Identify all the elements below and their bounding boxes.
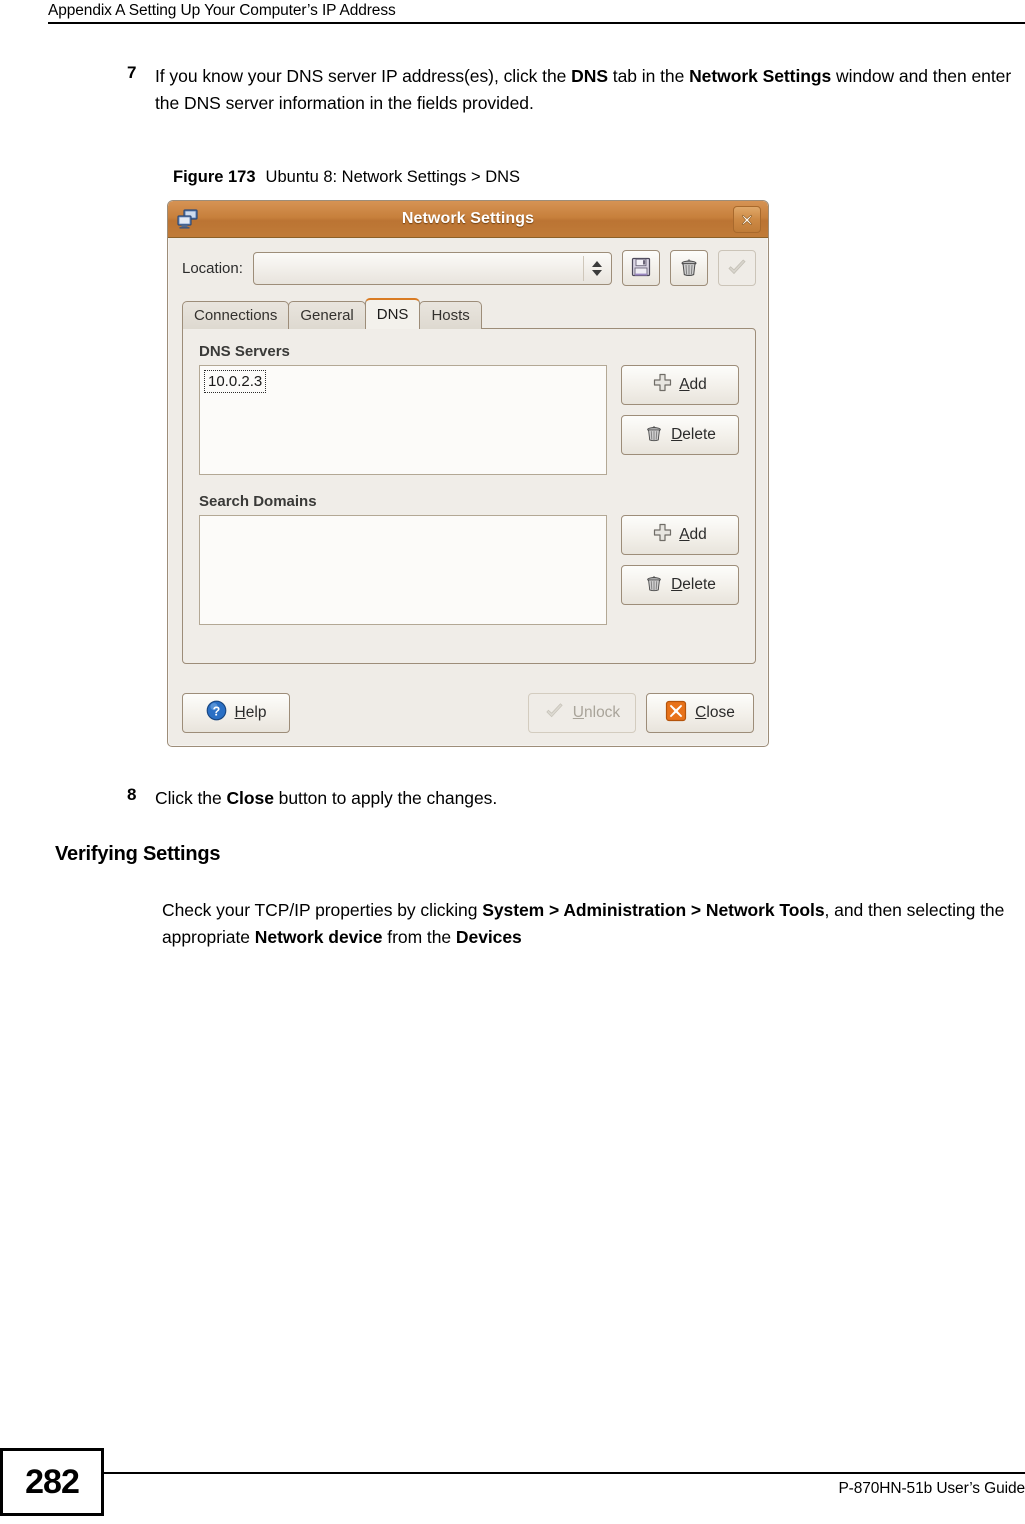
search-domains-delete-label: Delete: [671, 576, 716, 593]
plus-icon: [653, 373, 672, 397]
dialog-title: Network Settings: [401, 210, 535, 227]
figure-title: Ubuntu 8: Network Settings > DNS: [265, 168, 521, 186]
figure-caption: Figure 173 Ubuntu 8: Network Settings > D…: [173, 168, 520, 187]
spinner-arrows-icon[interactable]: [590, 253, 604, 284]
dns-add-button[interactable]: Add: [621, 365, 739, 405]
network-computers-icon: [176, 207, 200, 231]
network-settings-dialog: Network Settings Location: Connections G…: [167, 200, 769, 747]
trash-icon: [644, 423, 664, 448]
plus-icon: [653, 523, 672, 547]
dns-servers-buttons: Add Delete: [621, 365, 739, 455]
page-header: Appendix A Setting Up Your Computer’s IP…: [48, 2, 1025, 24]
action-bar-right: Unlock Close: [528, 693, 754, 733]
close-x-icon[interactable]: [733, 206, 761, 233]
step-8-number: 8: [127, 785, 137, 804]
delete-location-button[interactable]: [670, 250, 708, 286]
trash-icon: [678, 256, 700, 281]
step-7-text: If you know your DNS server IP address(e…: [155, 66, 1012, 113]
tab-hosts-label: Hosts: [431, 307, 470, 324]
dns-tab-panel: DNS Servers 10.0.2.3 Add Delete Search D…: [182, 328, 756, 664]
panel-spacer: [199, 475, 739, 493]
apply-location-button: [718, 250, 756, 286]
step-7-number: 7: [127, 63, 137, 82]
dns-add-label: Add: [679, 376, 707, 393]
verifying-settings-paragraph: Check your TCP/IP properties by clicking…: [162, 900, 1005, 947]
close-button[interactable]: Close: [646, 693, 754, 733]
page-header-rule: [48, 22, 1025, 24]
checkmark-icon: [726, 256, 748, 281]
page-footer: 282 P-870HN-51b User’s Guide: [0, 1448, 1025, 1524]
unlock-label: Unlock: [572, 704, 621, 721]
close-x-icon: [665, 700, 687, 727]
section-heading: Verifying Settings: [55, 843, 221, 865]
search-domains-delete-button[interactable]: Delete: [621, 565, 739, 605]
dns-delete-button[interactable]: Delete: [621, 415, 739, 455]
tab-hosts[interactable]: Hosts: [419, 301, 482, 329]
search-domains-row: Add Delete: [199, 515, 739, 625]
figure-label: Figure 173: [173, 168, 256, 186]
unlock-button: Unlock: [528, 693, 636, 733]
close-label: Close: [695, 704, 735, 721]
dns-servers-listbox[interactable]: 10.0.2.3: [199, 365, 607, 475]
trash-icon: [644, 573, 664, 598]
tab-connections-label: Connections: [194, 307, 278, 324]
tab-connections[interactable]: Connections: [182, 301, 290, 329]
search-domains-listbox[interactable]: [199, 515, 607, 625]
dialog-titlebar[interactable]: Network Settings: [168, 201, 768, 238]
action-bar-left: ? Help: [182, 693, 290, 733]
step-8-text: Click the Close button to apply the chan…: [155, 788, 498, 808]
step-8: 8 Click the Close button to apply the ch…: [127, 785, 1017, 812]
tab-dns[interactable]: DNS: [364, 298, 421, 329]
chevron-up-icon: [592, 260, 602, 267]
combo-separator: [583, 255, 584, 281]
help-button[interactable]: ? Help: [182, 693, 290, 733]
page-header-text: Appendix A Setting Up Your Computer’s IP…: [48, 2, 396, 19]
search-domains-add-label: Add: [679, 526, 707, 543]
tabstrip: Connections General DNS Hosts: [182, 298, 756, 329]
checkmark-icon: [544, 700, 565, 726]
footer-guide-name: P-870HN-51b User’s Guide: [838, 1480, 1025, 1497]
tab-dns-label: DNS: [376, 306, 409, 323]
help-label: Help: [234, 704, 267, 721]
search-domains-add-button[interactable]: Add: [621, 515, 739, 555]
help-circle-icon: ?: [206, 700, 227, 726]
save-location-button[interactable]: [622, 250, 660, 286]
page-number: 282: [25, 1462, 80, 1501]
location-combo[interactable]: [252, 251, 612, 285]
chevron-down-icon: [592, 269, 602, 276]
page-number-box: 282: [0, 1448, 104, 1516]
footer-rule: [104, 1472, 1025, 1474]
dialog-action-bar: ? Help Unlock Close: [168, 680, 768, 746]
dialog-tabs-area: Connections General DNS Hosts DNS Server…: [168, 292, 768, 664]
floppy-save-icon: [630, 256, 652, 281]
search-domains-label: Search Domains: [199, 493, 317, 510]
dns-servers-label: DNS Servers: [199, 343, 290, 360]
svg-text:?: ?: [212, 704, 220, 718]
dns-server-item[interactable]: 10.0.2.3: [204, 370, 267, 393]
tab-general[interactable]: General: [288, 301, 366, 329]
search-domains-buttons: Add Delete: [621, 515, 739, 605]
location-toolbar: Location:: [168, 238, 768, 292]
step-7: 7 If you know your DNS server IP address…: [127, 63, 1017, 117]
tab-general-label: General: [300, 307, 354, 324]
dns-delete-label: Delete: [671, 426, 716, 443]
dns-servers-row: 10.0.2.3 Add Delete: [199, 365, 739, 475]
location-label: Location:: [182, 259, 243, 277]
